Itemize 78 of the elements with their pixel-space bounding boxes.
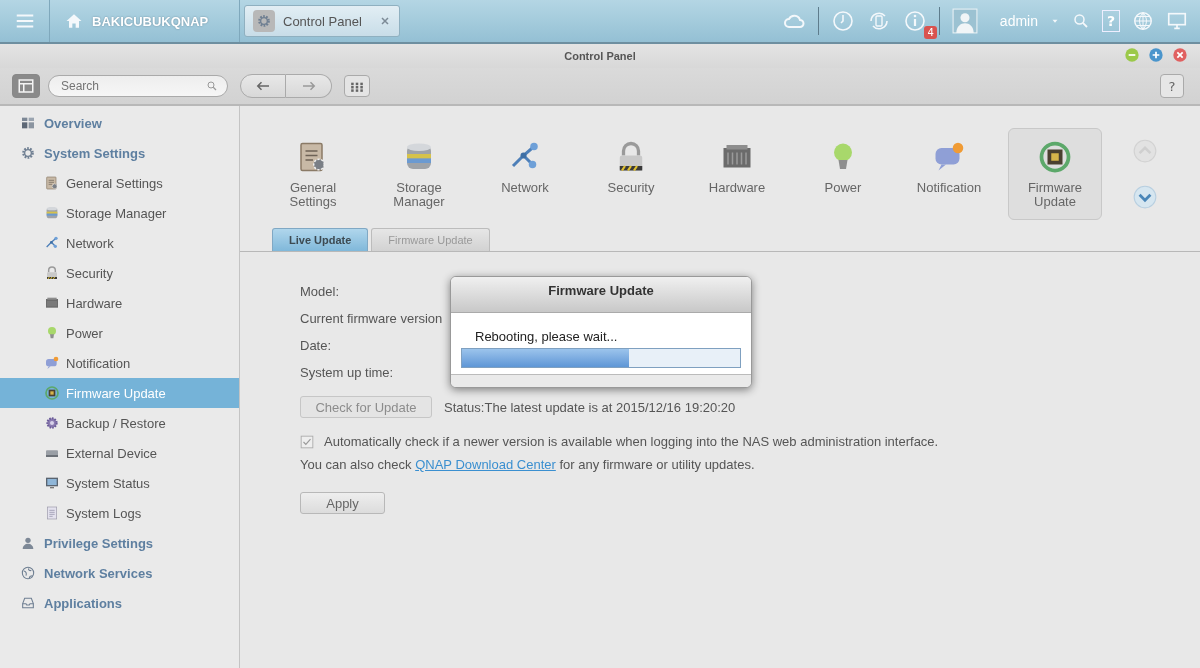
field-label: Current firmware version [300,311,443,328]
clipboard-icon [44,175,60,191]
minimize-button[interactable] [1124,47,1140,63]
checkbox[interactable] [300,434,314,449]
tab[interactable]: Live Update [272,228,369,251]
tray-icon [20,595,36,611]
category-button[interactable]: Storage Manager [372,128,466,220]
avatar-icon [951,8,978,34]
gear-icon [20,145,36,161]
back-button[interactable] [240,74,286,98]
search-icon[interactable] [1072,12,1090,30]
forward-button[interactable] [286,74,332,98]
category-button[interactable]: Power [796,128,890,220]
speech-bubble-icon [44,355,60,371]
sidebar-item[interactable]: System Settings [0,138,239,168]
close-icon[interactable] [379,15,391,27]
chip-icon [44,385,60,401]
download-note: You can also check QNAP Download Center for any firmware or utility updates. [300,457,756,472]
window-title: Control Panel [564,50,636,62]
clock-icon[interactable] [830,9,855,33]
sidebar-item[interactable]: Applications [0,588,239,618]
notification-badge: 4 [924,26,937,39]
checkbox-label: Automatically check if a newer version is available when logging into the NAS web administration interface. [324,434,939,449]
search-field[interactable]: Search [48,75,228,97]
disk-stack-icon [44,205,60,221]
field-label: System up time: [300,365,394,382]
sidebar-item[interactable]: Notification [0,348,239,378]
help-button[interactable]: ? [1160,74,1184,98]
category-button[interactable]: Firmware Update [1008,128,1102,220]
sidebar-item[interactable]: Power [0,318,239,348]
category-button[interactable]: Network [478,128,572,220]
download-center-link[interactable]: QNAP Download Center [415,457,556,472]
sidebar-item[interactable]: Hardware [0,288,239,318]
control-panel-icon [253,10,275,32]
sidebar-item[interactable]: Privilege Settings [0,528,239,558]
monitor-icon [44,475,60,491]
sidebar-item[interactable]: Security [0,258,239,288]
grid-icon [20,115,36,131]
network-icon [44,235,60,251]
user-icon [20,535,36,551]
sidebar-item[interactable]: Network Services [0,558,239,588]
sidebar-item[interactable]: Network [0,228,239,258]
panel-icon [17,77,35,95]
maximize-button[interactable] [1148,47,1164,63]
search-icon [206,80,218,92]
category-button[interactable]: Notification [902,128,996,220]
apply-button[interactable]: Apply [300,492,385,514]
sidebar-item[interactable]: External Device [0,438,239,468]
scroll-down-button[interactable] [1132,184,1158,210]
monitor-icon[interactable] [1166,10,1188,32]
sidebar-item[interactable]: Overview [0,108,239,138]
app-tab[interactable]: Control Panel [244,5,400,37]
document-icon [44,505,60,521]
close-button[interactable] [1172,47,1188,63]
sidebar-item[interactable]: General Settings [0,168,239,198]
sidebar-toggle-button[interactable] [12,74,40,98]
status-text: Status:The latest update is at 2015/12/16 19:20:20 [444,399,736,415]
dialog-title: Firmware Update [548,283,654,300]
scroll-up-button[interactable] [1132,138,1158,164]
host-name: BAKICUBUKQNAP [92,13,209,29]
globe-icon [20,565,36,581]
sidebar-item[interactable]: System Logs [0,498,239,528]
sidebar-item[interactable]: Backup / Restore [0,408,239,438]
field-label: Model: [300,284,340,301]
padlock-icon [44,265,60,281]
category-button[interactable]: Security [584,128,678,220]
info-icon[interactable] [902,9,927,33]
sidebar-item[interactable]: System Status [0,468,239,498]
category-button[interactable]: Hardware [690,128,784,220]
category-button[interactable]: General Settings [266,128,360,220]
apps-button[interactable] [344,75,370,97]
sidebar-item[interactable]: Storage Manager [0,198,239,228]
chip-icon [1037,139,1073,175]
cog-icon [44,415,60,431]
globe-icon[interactable] [1132,10,1154,32]
dialog-message: Rebooting, please wait... [474,329,619,344]
field-label: Date: [300,338,332,355]
server-icon [44,295,60,311]
